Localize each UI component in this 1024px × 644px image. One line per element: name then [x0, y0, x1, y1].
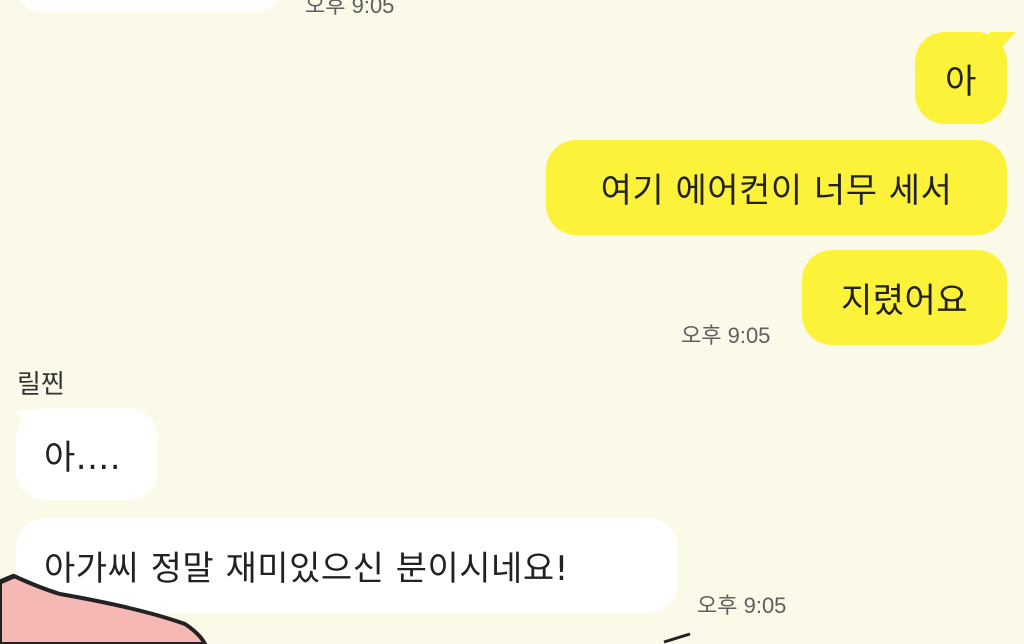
sticker-line-icon: [663, 632, 691, 644]
message-bubble-partial[interactable]: [16, 0, 282, 12]
message-time-partial: 오후 9:05: [305, 0, 395, 18]
sent-message-text: 아: [945, 61, 977, 102]
chat-screen: { "chat": { "top_partial": { "time": "오후…: [0, 0, 1024, 644]
sent-bubble-tail: [990, 32, 1016, 60]
sent-message-bubble[interactable]: 지렸어요: [802, 250, 1007, 345]
sent-message-time: 오후 9:05: [681, 323, 771, 348]
received-message-bubble[interactable]: 아....: [16, 408, 158, 500]
sent-message-text: 여기 에어컨이 너무 세서: [600, 171, 953, 211]
sender-name: 릴찐: [17, 370, 65, 400]
sent-message-bubble[interactable]: 여기 에어컨이 너무 세서: [546, 140, 1007, 235]
received-message-time: 오후 9:05: [697, 593, 787, 618]
sent-message-text: 지렸어요: [840, 281, 969, 321]
received-message-text: 아....: [44, 437, 122, 478]
sticker-partial-icon: [0, 573, 208, 644]
